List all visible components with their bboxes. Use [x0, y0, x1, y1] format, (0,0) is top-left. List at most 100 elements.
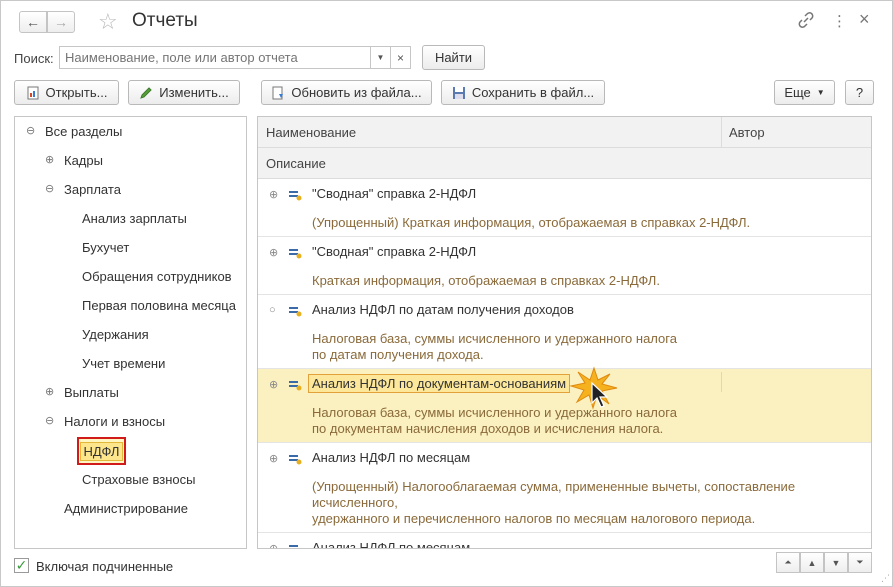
tree-item-all-sections[interactable]: Все разделы [45, 124, 122, 139]
report-variant-icon [288, 379, 302, 391]
search-field[interactable] [59, 46, 371, 69]
update-from-file-button[interactable]: Обновить из файла... [261, 80, 432, 105]
tree-item-ndfl-selected[interactable]: НДФЛ [77, 437, 126, 465]
expand-icon[interactable]: ⊕ [269, 542, 278, 548]
scroll-up-button[interactable]: ▲ [800, 552, 824, 573]
search-clear-button[interactable]: × [390, 46, 411, 69]
tree-item-employee-requests[interactable]: Обращения сотрудников [82, 269, 232, 284]
list-item[interactable]: ⊕ "Сводная" справка 2-НДФЛ Краткая инфор… [258, 237, 871, 295]
checkmark-icon: ✓ [15, 557, 28, 573]
scroll-down-icon: ▼ [831, 557, 841, 568]
open-button[interactable]: Открыть... [14, 80, 119, 105]
expand-icon[interactable]: ⊕ [269, 246, 278, 259]
radio-icon[interactable]: ○ [269, 304, 276, 316]
update-file-icon [271, 86, 285, 100]
tree-item-first-half-month[interactable]: Первая половина месяца [82, 298, 236, 313]
report-variant-icon [288, 247, 302, 259]
help-button-label: ? [855, 85, 864, 100]
scroll-last-button[interactable]: ⏷ [848, 552, 872, 573]
tree-item-taxes[interactable]: Налоги и взносы [64, 414, 165, 429]
list-item[interactable]: ⊕ Анализ НДФЛ по месяцам (Упрощенный) На… [258, 443, 871, 533]
tree-item-payments[interactable]: Выплаты [64, 385, 119, 400]
sections-tree[interactable]: ⊖ Все разделы ⊕ Кадры ⊖ Зарплата Анализ … [14, 116, 247, 549]
favorite-star-icon[interactable]: ☆ [98, 9, 118, 35]
column-header-author[interactable]: Автор [729, 125, 765, 140]
collapse-icon[interactable]: ⊖ [45, 416, 55, 427]
resize-grip-icon[interactable]: ⋰ [881, 573, 890, 584]
window-title: Отчеты [132, 10, 198, 31]
link-icon[interactable] [798, 12, 814, 32]
list-item[interactable]: ⊕ "Сводная" справка 2-НДФЛ (Упрощенный) … [258, 179, 871, 237]
tree-item-zarplata[interactable]: Зарплата [64, 182, 121, 197]
report-title: Анализ НДФЛ по месяцам [312, 450, 471, 465]
report-description: исчисленного, [312, 495, 398, 510]
column-separator [721, 372, 722, 392]
column-header-name[interactable]: Наименование [266, 125, 356, 140]
forward-button[interactable]: → [47, 11, 75, 33]
floppy-disk-icon [452, 86, 466, 100]
expand-icon[interactable]: ⊕ [269, 452, 278, 465]
scroll-down-button[interactable]: ▼ [824, 552, 848, 573]
report-title: "Сводная" справка 2-НДФЛ [312, 186, 477, 201]
collapse-icon[interactable]: ⊖ [26, 126, 36, 137]
report-title: Анализ НДФЛ по документам-основаниям [308, 374, 571, 393]
scroll-bottom-icon: ⏷ [856, 557, 864, 567]
tree-item-accounting[interactable]: Бухучет [82, 240, 129, 255]
help-button[interactable]: ? [845, 80, 874, 105]
more-button-label: Еще [784, 85, 811, 100]
search-dropdown-button[interactable]: ▼ [370, 46, 391, 69]
report-title: "Сводная" справка 2-НДФЛ [312, 244, 477, 259]
column-separator [721, 117, 722, 148]
expand-icon[interactable]: ⊕ [45, 155, 55, 166]
tree-item-kadry[interactable]: Кадры [64, 153, 103, 168]
report-title: Анализ НДФЛ по месяцам [312, 540, 471, 549]
report-variant-icon [288, 189, 302, 201]
tree-item-deductions[interactable]: Удержания [82, 327, 149, 342]
tree-item-time-tracking[interactable]: Учет времени [82, 356, 165, 371]
save-to-file-button[interactable]: Сохранить в файл... [441, 80, 605, 105]
back-button[interactable]: ← [19, 11, 47, 33]
save-button-label: Сохранить в файл... [471, 85, 595, 100]
dropdown-triangle-icon: ▼ [376, 53, 385, 62]
close-icon[interactable]: × [859, 9, 870, 30]
scroll-top-icon: ⏶ [784, 557, 792, 567]
expand-icon[interactable]: ⊕ [269, 378, 278, 391]
list-header-description: Описание [258, 148, 871, 179]
report-description: Краткая информация, отображаемая в справ… [312, 273, 660, 288]
scroll-first-button[interactable]: ⏶ [776, 552, 800, 573]
tree-item-insurance[interactable]: Страховые взносы [82, 472, 195, 487]
scroll-up-icon: ▲ [807, 557, 817, 568]
include-subordinates-label: Включая подчиненные [36, 559, 174, 574]
more-button[interactable]: Еще ▼ [774, 80, 835, 105]
include-subordinates-checkbox[interactable]: ✓ [14, 558, 29, 573]
report-description: Налоговая база, суммы исчисленного и уде… [312, 331, 677, 346]
clear-icon: × [396, 50, 404, 65]
expand-icon[interactable]: ⊕ [45, 387, 55, 398]
reports-window: ← → ☆ Отчеты ⋮ × Поиск: ▼ × Найти Открыт… [0, 0, 893, 587]
tree-item-administration[interactable]: Администрирование [64, 501, 188, 516]
find-button[interactable]: Найти [422, 45, 485, 70]
pencil-icon [139, 86, 153, 100]
column-header-description[interactable]: Описание [266, 156, 326, 171]
collapse-icon[interactable]: ⊖ [45, 184, 55, 195]
find-button-label: Найти [434, 50, 473, 65]
forward-arrow-icon: → [54, 14, 68, 30]
list-item[interactable]: ○ Анализ НДФЛ по датам получения доходов… [258, 295, 871, 369]
report-description: по документам начисления доходов и исчис… [312, 421, 664, 436]
report-variant-icon [288, 453, 302, 465]
list-item-active[interactable]: ⊕ Анализ НДФЛ по документам-основаниям Н… [258, 369, 871, 443]
more-actions-icon[interactable]: ⋮ [832, 12, 847, 30]
list-item[interactable]: ⊕ Анализ НДФЛ по месяцам [258, 533, 871, 549]
chevron-down-icon: ▼ [816, 88, 825, 97]
update-button-label: Обновить из файла... [291, 85, 422, 100]
report-title: Анализ НДФЛ по датам получения доходов [312, 302, 574, 317]
report-variant-icon [288, 543, 302, 548]
open-button-label: Открыть... [45, 85, 108, 100]
search-input[interactable] [60, 47, 371, 68]
expand-icon[interactable]: ⊕ [269, 188, 278, 201]
mouse-cursor-icon [569, 366, 619, 414]
edit-button[interactable]: Изменить... [128, 80, 240, 105]
report-description: Налоговая база, суммы исчисленного и уде… [312, 405, 677, 420]
reports-list[interactable]: Наименование Автор Описание ⊕ "Сводная" … [257, 116, 872, 549]
tree-item-salary-analysis[interactable]: Анализ зарплаты [82, 211, 187, 226]
